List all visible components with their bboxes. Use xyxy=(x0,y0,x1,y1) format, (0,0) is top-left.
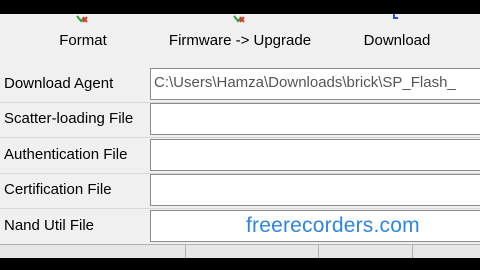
format-button[interactable]: Format xyxy=(44,14,122,68)
scatter-loading-label: Scatter-loading File xyxy=(4,110,134,127)
column-separator xyxy=(185,245,186,259)
download-icon xyxy=(393,14,398,19)
format-label: Format xyxy=(59,32,107,49)
file-settings-panel: Download Agent C:\Users\Hamza\Downloads\… xyxy=(0,68,480,270)
column-separator xyxy=(318,245,319,259)
authentication-label: Authentication File xyxy=(4,146,128,163)
download-agent-field[interactable]: C:\Users\Hamza\Downloads\brick\SP_Flash_ xyxy=(150,68,480,100)
firmware-upgrade-label: Firmware -> Upgrade xyxy=(168,32,312,49)
certification-row: Certification File xyxy=(0,174,480,209)
certification-field[interactable] xyxy=(150,174,480,206)
scatter-loading-row: Scatter-loading File xyxy=(0,103,480,138)
window-top-edge xyxy=(0,0,480,14)
authentication-row: Authentication File xyxy=(0,139,480,174)
certification-label: Certification File xyxy=(4,181,112,198)
toolbar: Format Firmware -> Upgrade Download xyxy=(0,14,480,68)
row-divider xyxy=(0,208,480,209)
firmware-upgrade-icon xyxy=(233,15,245,23)
firmware-upgrade-button[interactable]: Firmware -> Upgrade xyxy=(160,14,320,68)
window-bottom-edge xyxy=(0,258,480,270)
row-divider xyxy=(0,137,480,138)
nand-util-label: Nand Util File xyxy=(4,217,95,234)
authentication-field[interactable] xyxy=(150,139,480,171)
watermark-text: freerecorders.com xyxy=(246,214,420,237)
download-button[interactable]: Download xyxy=(352,14,442,68)
download-label: Download xyxy=(363,32,431,49)
format-icon xyxy=(76,15,88,23)
download-agent-row: Download Agent C:\Users\Hamza\Downloads\… xyxy=(0,68,480,103)
column-separator xyxy=(412,245,413,259)
list-header-strip xyxy=(0,244,480,259)
scatter-loading-field[interactable] xyxy=(150,103,480,135)
download-agent-label: Download Agent xyxy=(4,75,114,92)
